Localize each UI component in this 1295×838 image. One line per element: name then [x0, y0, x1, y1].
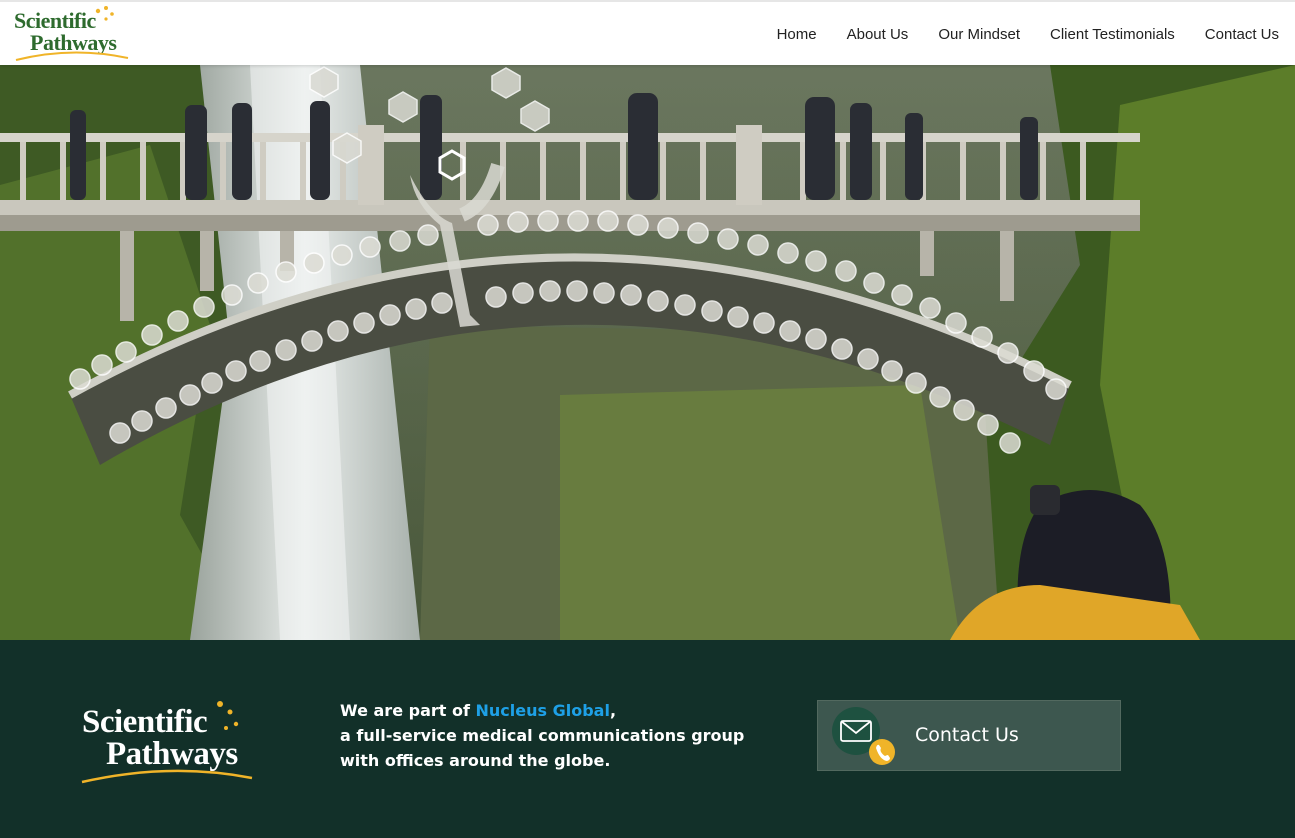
- header-logo[interactable]: Scientific Pathways: [12, 6, 132, 64]
- hero-image: [0, 65, 1295, 640]
- footer-tagline: We are part of Nucleus Global, a full-se…: [340, 698, 760, 773]
- footer-logo[interactable]: Scientific Pathways: [80, 700, 260, 786]
- nav-our-mindset[interactable]: Our Mindset: [938, 26, 1020, 43]
- site-header: Scientific Pathways Home About Us Our Mi…: [0, 0, 1295, 65]
- nav-about-us[interactable]: About Us: [847, 26, 909, 43]
- envelope-phone-icon: [832, 707, 895, 765]
- footer-contact-button[interactable]: Contact Us: [817, 700, 1121, 771]
- tagline-comma: ,: [609, 701, 617, 720]
- tagline-prefix: We are part of: [340, 701, 476, 720]
- nav-contact-us[interactable]: Contact Us: [1205, 26, 1279, 43]
- nucleus-global-link[interactable]: Nucleus Global: [476, 701, 610, 720]
- site-footer: Scientific Pathways We are part of Nucle…: [0, 640, 1295, 838]
- nav-home[interactable]: Home: [777, 26, 817, 43]
- footer-logo-swoosh-icon: [81, 701, 253, 784]
- hero-bridge-waterfall-illustration: [0, 65, 1295, 640]
- nav-client-testimonials[interactable]: Client Testimonials: [1050, 26, 1175, 43]
- contact-us-label: Contact Us: [915, 724, 1019, 746]
- tagline-rest: a full-service medical communications gr…: [340, 726, 745, 770]
- main-nav: Home About Us Our Mindset Client Testimo…: [747, 2, 1279, 67]
- logo-swoosh-icon: [15, 6, 129, 61]
